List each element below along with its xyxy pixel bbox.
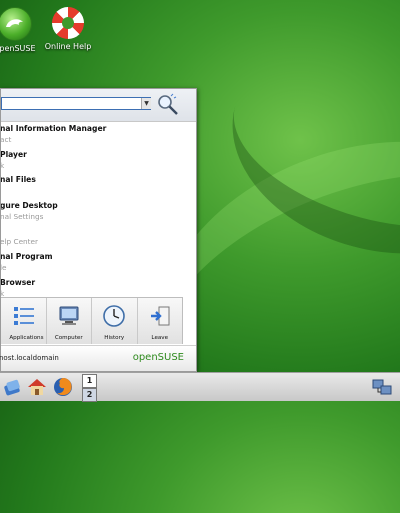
tab-computer[interactable]: Computer	[47, 298, 92, 344]
item-subtitle: le	[1, 262, 7, 272]
list-item[interactable]: nal Program le	[1, 250, 196, 276]
item-subtitle: elp Center	[1, 237, 39, 247]
item-title: Player	[1, 149, 27, 159]
item-title: gure Desktop	[1, 200, 58, 210]
list-item[interactable]: gure Desktop nal Settings	[1, 199, 196, 225]
menu-footer: nost.localdomain openSUSE	[0, 345, 196, 371]
history-clock-icon	[103, 305, 126, 327]
hostname-label: nost.localdomain	[0, 354, 59, 362]
home-icon[interactable]	[26, 376, 48, 398]
search-bar: ▼	[1, 89, 196, 122]
tab-history[interactable]: History	[92, 298, 138, 344]
list-item[interactable]: Player k	[1, 148, 196, 174]
opensuse-brand-label: openSUSE	[132, 352, 184, 363]
pager-desktop-1[interactable]: 1	[82, 374, 97, 388]
item-title: nal Information Manager	[1, 124, 107, 133]
item-subtitle: nal Settings	[1, 211, 44, 221]
search-input[interactable]	[1, 97, 151, 110]
item-subtitle: act	[1, 135, 12, 144]
desktop-pager: 1 2	[82, 374, 97, 402]
tab-label: Leave	[151, 335, 169, 341]
item-subtitle: k	[1, 160, 5, 170]
list-item[interactable]: nal Files	[1, 173, 196, 199]
tab-label: Computer	[54, 335, 83, 341]
kickoff-menu-icon[interactable]	[2, 376, 24, 398]
search-icon	[158, 93, 178, 115]
kickoff-menu: ▼ nal Information Manager act Player k n…	[0, 88, 197, 372]
tab-label: Applications	[9, 335, 44, 341]
applications-icon	[13, 307, 34, 325]
tab-label: History	[104, 335, 125, 341]
opensuse-gecko-icon	[0, 7, 32, 41]
item-title: nal Program	[1, 251, 53, 261]
favorites-list: nal Information Manager act Player k nal…	[1, 122, 196, 301]
item-title: Browser	[1, 277, 36, 287]
item-title: nal Files	[1, 175, 36, 185]
taskbar: 1 2	[0, 372, 400, 402]
tab-applications[interactable]: Applications	[1, 298, 47, 344]
list-item[interactable]: elp Center	[1, 224, 196, 250]
list-item[interactable]: nal Information Manager act	[1, 122, 196, 148]
lifebuoy-icon	[52, 7, 84, 39]
computer-icon	[59, 306, 79, 325]
tab-leave[interactable]: Leave	[138, 298, 183, 344]
network-tray-icon[interactable]	[370, 375, 394, 399]
leave-icon	[150, 306, 170, 326]
firefox-icon[interactable]	[52, 376, 74, 398]
search-dropdown-button[interactable]: ▼	[141, 98, 151, 109]
desktop-icon-label: Online Help	[44, 42, 92, 51]
menu-tabs: Applications Computer History Leave	[1, 297, 183, 344]
desktop-icon-label: openSUSE	[0, 44, 36, 53]
desktop-icon-online-help[interactable]: Online Help	[33, 7, 103, 51]
